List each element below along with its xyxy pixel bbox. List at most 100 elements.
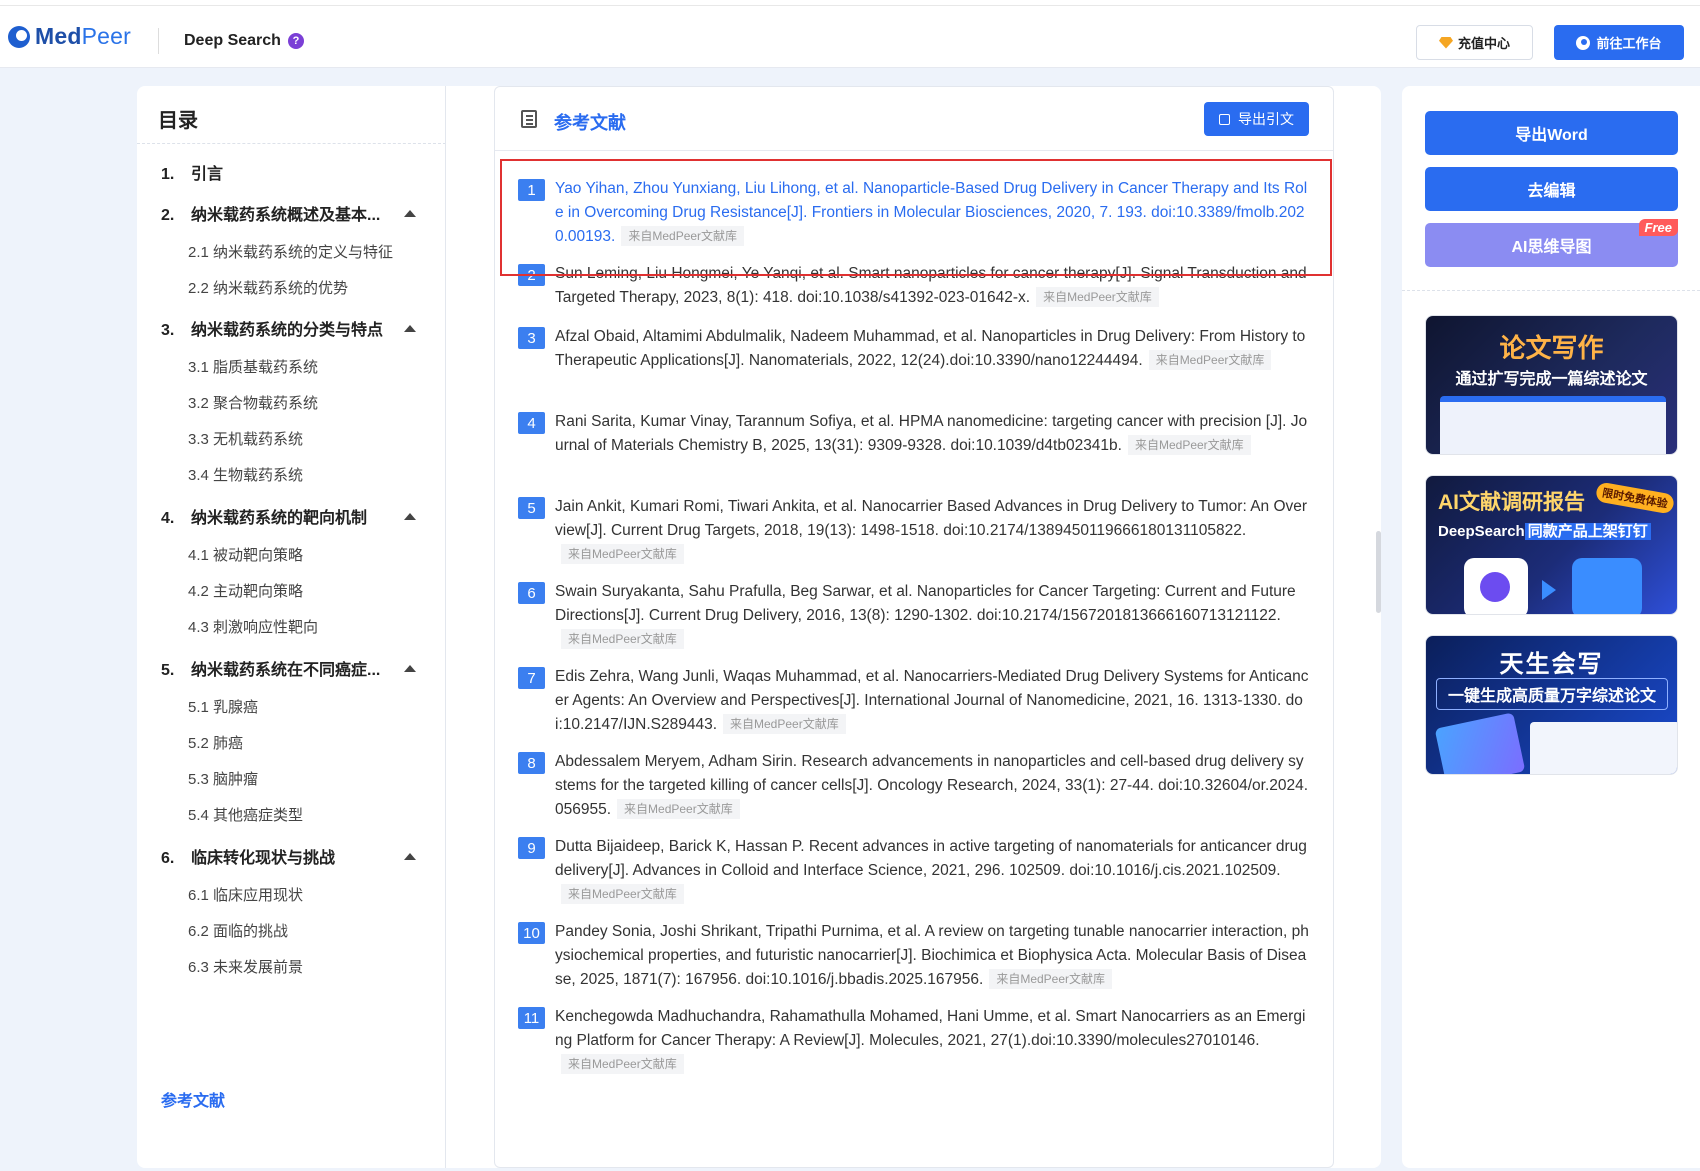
toc-sub-4-2[interactable]: 4.2 主动靶向策略 [188,580,303,601]
export-word-button[interactable]: 导出Word [1425,111,1678,155]
reference-text[interactable]: Jain Ankit, Kumari Romi, Tiwari Ankita, … [555,495,1310,567]
export-citations-label: 导出引文 [1238,111,1294,127]
banner-screenshot [1530,722,1677,774]
toc-section-2[interactable]: 2. 纳米载药系统概述及基本... [161,201,380,225]
action-sidebar: 导出Word 去编辑 AI思维导图 Free 论文写作 通过扩写完成一篇综述论文… [1402,86,1700,1168]
source-tag: 来自MedPeer文献库 [561,1054,684,1074]
reference-text[interactable]: Kenchegowda Madhuchandra, Rahamathulla M… [555,1005,1310,1077]
ai-mindmap-label: AI思维导图 [1511,239,1592,256]
banner-tiansheng[interactable]: 天生会写 一键生成高质量万字综述论文 [1425,635,1678,775]
reference-number: 10 [518,922,545,944]
reference-text[interactable]: Afzal Obaid, Altamimi Abdulmalik, Nadeem… [555,325,1310,373]
toc-sub-3-2[interactable]: 3.2 聚合物载药系统 [188,392,318,413]
toc-section-4[interactable]: 4. 纳米载药系统的靶向机制 [161,504,367,528]
collapse-icon[interactable] [404,853,416,860]
reference-number: 5 [518,497,545,519]
ai-mindmap-button[interactable]: AI思维导图 Free [1425,219,1678,267]
reference-text[interactable]: Pandey Sonia, Joshi Shrikant, Tripathi P… [555,920,1310,992]
logo-icon [8,25,30,48]
source-tag: 来自MedPeer文献库 [617,799,740,819]
toc-section-3[interactable]: 3. 纳米载药系统的分类与特点 [161,316,383,340]
source-tag: 来自MedPeer文献库 [1036,287,1159,307]
source-tag: 来自MedPeer文献库 [1148,350,1272,370]
toc-sub-5-2[interactable]: 5.2 肺癌 [188,732,243,753]
source-tag: 来自MedPeer文献库 [561,629,684,649]
toc-sub-4-1[interactable]: 4.1 被动靶向策略 [188,544,303,565]
export-citations-button[interactable]: 导出引文 [1204,102,1309,136]
diamond-icon [1438,36,1453,49]
dingtalk-icon [1572,558,1642,614]
toc-section-6[interactable]: 6. 临床转化现状与挑战 [161,844,335,868]
toc-references-link[interactable]: 参考文献 [161,1087,225,1111]
banner-paper-writing[interactable]: 论文写作 通过扩写完成一篇综述论文 [1425,315,1678,455]
banner-ai-report[interactable]: AI文献调研报告 限时免费体验 DeepSearch 同款产品上架钉钉 [1425,475,1678,615]
toc-section-1[interactable]: 1. 引言 [161,160,223,184]
collapse-icon[interactable] [404,665,416,672]
toc-sub-4-3[interactable]: 4.3 刺激响应性靶向 [188,616,318,637]
header-divider [158,28,159,54]
recharge-button[interactable]: 充值中心 [1416,25,1533,60]
selection-highlight [500,159,1332,276]
banner-screenshot [1440,396,1666,454]
source-tag: 来自MedPeer文献库 [561,884,684,904]
collapse-icon[interactable] [404,325,416,332]
toc-sub-5-3[interactable]: 5.3 脑肿瘤 [188,768,258,789]
reference-text[interactable]: Swain Suryakanta, Sahu Prafulla, Beg Sar… [555,580,1310,652]
source-tag: 来自MedPeer文献库 [723,714,846,734]
workbench-label: 前往工作台 [1596,36,1662,51]
banner-subtitle: 一键生成高质量万字综述论文 [1436,678,1668,710]
medpeer-logo[interactable]: MedPeer [8,23,131,50]
toc-divider [137,143,446,144]
search-app-icon [1464,558,1528,614]
toc-sub-3-4[interactable]: 3.4 生物载药系统 [188,464,303,485]
toc-sub-6-2[interactable]: 6.2 面临的挑战 [188,920,288,941]
reference-number: 11 [518,1007,545,1029]
workbench-button[interactable]: 前往工作台 [1554,25,1684,60]
workbench-icon [1576,35,1591,50]
product-name: Deep Search [184,32,281,49]
top-bar: MedPeer Deep Search ? 充值中心 前往工作台 [0,6,1700,68]
help-icon[interactable]: ? [287,33,304,49]
banner-subtitle: DeepSearch 同款产品上架钉钉 [1438,520,1651,541]
toc-sub-3-1[interactable]: 3.1 脂质基载药系统 [188,356,318,377]
banner-title: 天生会写 [1499,651,1604,678]
source-tag: 来自MedPeer文献库 [989,969,1113,989]
toc-sub-2-1[interactable]: 2.1 纳米载药系统的定义与特征 [188,241,393,262]
toc-title: 目录 [158,110,198,132]
product-title: Deep Search ? [184,32,304,50]
toc-sub-3-3[interactable]: 3.3 无机载药系统 [188,428,303,449]
cards-illustration [1434,712,1526,774]
reference-text[interactable]: Dutta Bijaideep, Barick K, Hassan P. Rec… [555,835,1310,907]
reference-number: 7 [518,667,545,689]
toc-sub-5-1[interactable]: 5.1 乳腺癌 [188,696,258,717]
references-header: 参考文献 导出引文 [495,87,1333,151]
collapse-icon[interactable] [404,513,416,520]
scrollbar[interactable] [1376,531,1381,613]
recharge-label: 充值中心 [1457,36,1510,51]
toc-sub-2-2[interactable]: 2.2 纳米载药系统的优势 [188,277,348,298]
reference-text[interactable]: Rani Sarita, Kumar Vinay, Tarannum Sofiy… [555,410,1310,458]
reference-text[interactable]: Abdessalem Meryem, Adham Sirin. Research… [555,750,1310,822]
toc-section-5[interactable]: 5. 纳米载药系统在不同癌症... [161,656,380,680]
free-badge: Free [1638,219,1678,236]
arrow-right-icon [1542,580,1556,600]
banner-title: 论文写作 [1499,333,1604,363]
toc-sub-6-3[interactable]: 6.3 未来发展前景 [188,956,303,977]
edit-button[interactable]: 去编辑 [1425,167,1678,211]
document-icon [521,110,537,128]
export-icon [1219,113,1230,125]
reference-number: 8 [518,752,545,774]
reference-number: 3 [518,327,545,349]
reference-text[interactable]: Edis Zehra, Wang Junli, Waqas Muhammad, … [555,665,1310,737]
toc-sub-5-4[interactable]: 5.4 其他癌症类型 [188,804,303,825]
reference-number: 9 [518,837,545,859]
toc-sub-6-1[interactable]: 6.1 临床应用现状 [188,884,303,905]
sidebar-divider [1402,290,1700,291]
reference-number: 6 [518,582,545,604]
source-tag: 来自MedPeer文献库 [1127,435,1251,455]
table-of-contents: 目录 1. 引言 2. 纳米载药系统概述及基本... 2.1 纳米载药系统的定义与特… [137,86,446,1168]
collapse-icon[interactable] [404,210,416,217]
logo-text: MedPeer [35,23,131,49]
reference-number: 4 [518,412,545,434]
source-tag: 来自MedPeer文献库 [561,544,684,564]
